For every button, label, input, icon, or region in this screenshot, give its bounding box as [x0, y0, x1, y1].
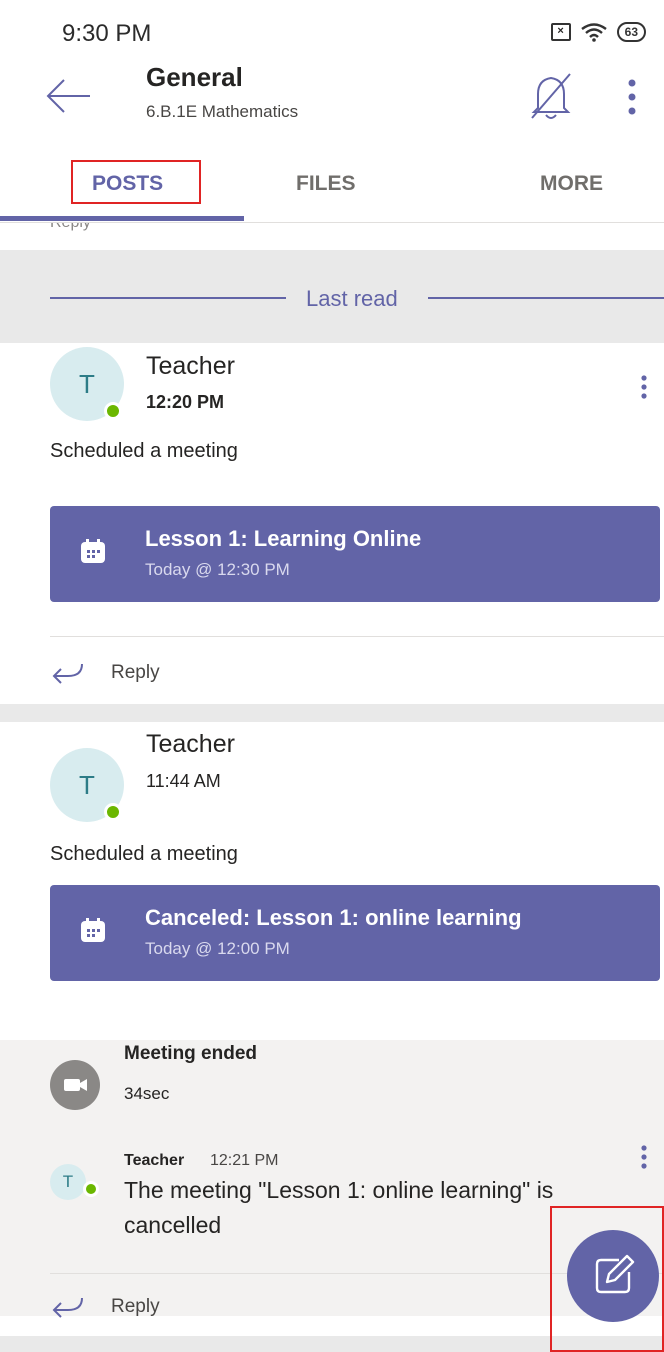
no-sim-icon: ×	[550, 23, 571, 41]
meeting-time: Today @ 12:30 PM	[145, 560, 290, 579]
reply-arrow-icon[interactable]	[50, 662, 84, 684]
last-read-label: Last read	[306, 286, 398, 311]
meeting-time: Today @ 12:00 PM	[145, 939, 290, 958]
team-name: 6.B.1E Mathematics	[146, 102, 299, 121]
post-action-text: Scheduled a meeting	[50, 843, 238, 865]
presence-available-icon	[104, 803, 122, 821]
status-time: 9:30 PM	[62, 20, 152, 47]
back-arrow-icon[interactable]	[44, 74, 94, 118]
reply-link[interactable]: Reply	[111, 1296, 160, 1318]
post-time: 11:44 AM	[146, 771, 221, 791]
meeting-duration: 34sec	[124, 1084, 170, 1103]
meeting-card[interactable]: Canceled: Lesson 1: online learning Toda…	[50, 885, 660, 981]
active-tab-indicator	[0, 216, 244, 221]
tab-files[interactable]: FILES	[296, 172, 356, 196]
highlight-box-posts	[71, 160, 201, 204]
post-action-text: Scheduled a meeting	[50, 440, 238, 462]
channel-title: General	[146, 62, 243, 92]
status-icons: × 63	[550, 22, 646, 42]
meeting-title: Canceled: Lesson 1: online learning	[145, 905, 522, 930]
meeting-card[interactable]: Lesson 1: Learning Online Today @ 12:30 …	[50, 506, 660, 602]
reply-link-peek[interactable]: Reply	[50, 223, 91, 231]
reply-message-line2: cancelled	[124, 1212, 222, 1238]
wifi-icon	[580, 23, 607, 42]
video-camera-icon	[64, 1079, 87, 1091]
meeting-ended-avatar	[50, 1060, 100, 1110]
bell-muted-icon[interactable]	[526, 68, 576, 124]
meeting-title: Lesson 1: Learning Online	[145, 526, 422, 551]
post-time: 12:20 PM	[146, 392, 225, 412]
reply-arrow-icon[interactable]	[50, 1296, 84, 1318]
calendar-icon	[81, 918, 105, 942]
post-more-icon[interactable]	[636, 374, 652, 408]
post-author[interactable]: Teacher	[146, 730, 235, 759]
tab-more[interactable]: MORE	[540, 172, 603, 196]
avatar[interactable]: T	[50, 1164, 86, 1200]
battery-icon: 63	[616, 22, 646, 42]
reply-link[interactable]: Reply	[111, 662, 160, 684]
thread-separator	[0, 704, 664, 722]
post-author[interactable]: Teacher	[146, 352, 235, 381]
meeting-ended-title: Meeting ended	[124, 1043, 258, 1064]
highlight-box-compose	[550, 1206, 664, 1352]
reply-time: 12:21 PM	[210, 1152, 279, 1169]
reply-message-line1: The meeting "Lesson 1: online learning" …	[124, 1177, 554, 1203]
reply-more-icon[interactable]	[636, 1144, 652, 1178]
presence-available-icon	[104, 402, 122, 420]
more-options-icon[interactable]	[620, 74, 644, 120]
reply-author[interactable]: Teacher	[124, 1152, 184, 1170]
divider-line-left	[50, 297, 286, 299]
divider-line-right	[428, 297, 664, 299]
divider	[50, 636, 664, 637]
presence-available-icon	[83, 1181, 99, 1197]
calendar-icon	[81, 539, 105, 563]
